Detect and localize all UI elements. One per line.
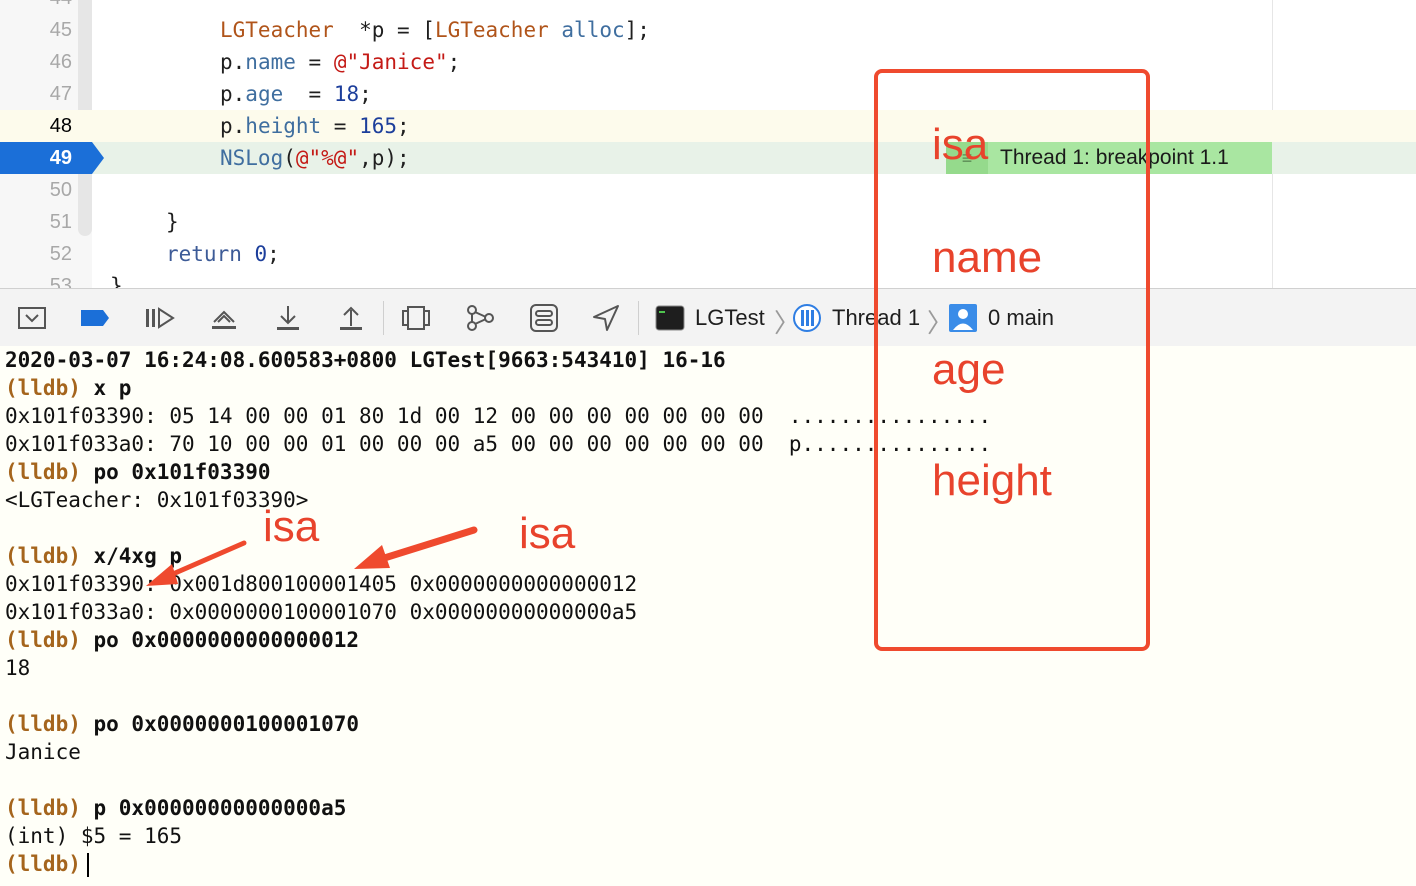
lldb-console[interactable]: 2020-03-07 16:24:08.600583+0800 LGTest[9… (0, 346, 1416, 886)
environment-overrides-button[interactable] (528, 302, 560, 334)
console-command-line: (lldb) x p (5, 374, 131, 402)
lldb-prompt: (lldb) (5, 852, 81, 876)
code-line-46[interactable]: 46 p.name = @"Janice"; (0, 46, 1416, 78)
lldb-prompt: (lldb) (5, 544, 81, 568)
step-into-icon (277, 306, 299, 330)
source-editor[interactable]: 44 45 LGTeacher *p = [LGTeacher alloc]; … (0, 0, 1416, 288)
code-line-44[interactable]: 44 (0, 0, 1416, 14)
annotation-isa-box: isa (932, 120, 989, 169)
terminal-app-icon (655, 305, 685, 331)
console-output-line: 2020-03-07 16:24:08.600583+0800 LGTest[9… (5, 348, 726, 372)
text-cursor (86, 853, 89, 877)
code-text: } (166, 210, 179, 234)
console-command-line: (lldb) p 0x00000000000000a5 (5, 794, 346, 822)
line-number: 51 (49, 211, 72, 233)
code-text: return 0; (166, 242, 280, 266)
console-output-line: 18 (5, 656, 31, 680)
lldb-prompt: (lldb) (5, 796, 81, 820)
hide-debug-area-button[interactable] (16, 302, 48, 334)
simulate-location-button[interactable] (590, 302, 622, 334)
code-text: p.name = @"Janice"; (220, 50, 461, 74)
hide-debug-area-icon (18, 307, 46, 329)
line-number: 48 (49, 115, 72, 137)
line-number: 49 (49, 147, 72, 169)
annotation-name-box: name (932, 233, 1043, 282)
console-command-text: p 0x00000000000000a5 (80, 796, 347, 820)
lldb-prompt: (lldb) (5, 376, 81, 400)
code-text: LGTeacher *p = [LGTeacher alloc]; (220, 18, 650, 42)
console-command-text: po 0x101f03390 (80, 460, 271, 484)
console-output-line: (int) $5 = 165 (5, 824, 183, 848)
console-output-line: 0x101f033a0: 0x0000000100001070 0x000000… (5, 600, 638, 624)
breadcrumb-process[interactable]: LGTest (655, 302, 765, 334)
toolbar-separator (383, 301, 384, 335)
step-over-icon (212, 310, 236, 329)
toolbar-separator (638, 301, 639, 335)
console-command-line: (lldb) po 0x0000000000000012 (5, 626, 359, 654)
step-out-button[interactable] (335, 302, 367, 334)
annotation-memory-box (874, 69, 1150, 651)
code-text: p.height = 165; (220, 114, 410, 138)
line-number: 53 (49, 275, 72, 288)
code-text: } (110, 274, 123, 288)
console-command-line[interactable]: (lldb) (5, 850, 89, 878)
code-text: p.age = 18; (220, 82, 372, 106)
view-hierarchy-button[interactable] (400, 302, 432, 334)
console-command-text: x p (80, 376, 132, 400)
console-command-line: (lldb) x/4xg p (5, 542, 182, 570)
line-number: 52 (49, 243, 72, 265)
code-line-47[interactable]: 47 p.age = 18; (0, 78, 1416, 110)
process-name: LGTest (695, 305, 765, 330)
console-command-text: po 0x0000000000000012 (80, 628, 360, 652)
line-number: 47 (49, 83, 72, 105)
code-line-52[interactable]: 52 return 0; (0, 238, 1416, 270)
view-hierarchy-icon (402, 306, 430, 330)
step-out-icon (340, 306, 362, 330)
breakpoint-arrow[interactable]: 49 (0, 142, 104, 174)
code-line-51[interactable]: 51 } (0, 206, 1416, 238)
memory-graph-button[interactable] (464, 302, 496, 334)
line-number: 50 (49, 179, 72, 201)
code-text: NSLog(@"%@",p); (220, 146, 410, 170)
thread-icon (793, 304, 821, 332)
memory-graph-icon (467, 305, 494, 331)
step-into-button[interactable] (272, 302, 304, 334)
console-command-text: po 0x0000000100001070 (80, 712, 360, 736)
line-number: 45 (49, 19, 72, 41)
lldb-prompt: (lldb) (5, 460, 81, 484)
line-number: 46 (49, 51, 72, 73)
console-output-line: Janice (5, 740, 81, 764)
console-command-line: (lldb) po 0x0000000100001070 (5, 710, 359, 738)
code-line-48[interactable]: 48 p.height = 165; (0, 110, 1416, 142)
annotation-age-box: age (932, 345, 1006, 394)
step-over-button[interactable] (208, 302, 240, 334)
location-arrow-icon (593, 305, 619, 331)
continue-icon (146, 307, 175, 329)
code-line-45[interactable]: 45 LGTeacher *p = [LGTeacher alloc]; (0, 14, 1416, 46)
lldb-prompt: (lldb) (5, 628, 81, 652)
breakpoint-icon (81, 310, 109, 326)
annotation-isa-right: isa (519, 509, 576, 558)
console-output-line: 0x101f033a0: 70 10 00 00 01 00 00 00 a5 … (5, 432, 992, 456)
code-line-50[interactable]: 50 (0, 174, 1416, 206)
console-output-line: 0x101f03390: 0x001d800100001405 0x000000… (5, 572, 638, 596)
code-line-53[interactable]: 53 } (0, 270, 1416, 288)
annotation-isa-left: isa (263, 502, 320, 551)
lldb-prompt: (lldb) (5, 712, 81, 736)
continue-button[interactable] (143, 302, 175, 334)
environment-overrides-icon (530, 304, 558, 332)
console-command-text: x/4xg p (80, 544, 183, 568)
debug-bar: LGTest 〉 Thread 1 〉 0 main (0, 288, 1416, 347)
line-number: 44 (0, 0, 72, 14)
breakpoints-toggle-button[interactable] (79, 302, 111, 334)
console-output-line: 0x101f03390: 05 14 00 00 01 80 1d 00 12 … (5, 404, 992, 428)
annotation-height-box: height (932, 456, 1052, 505)
console-command-line: (lldb) po 0x101f03390 (5, 458, 271, 486)
